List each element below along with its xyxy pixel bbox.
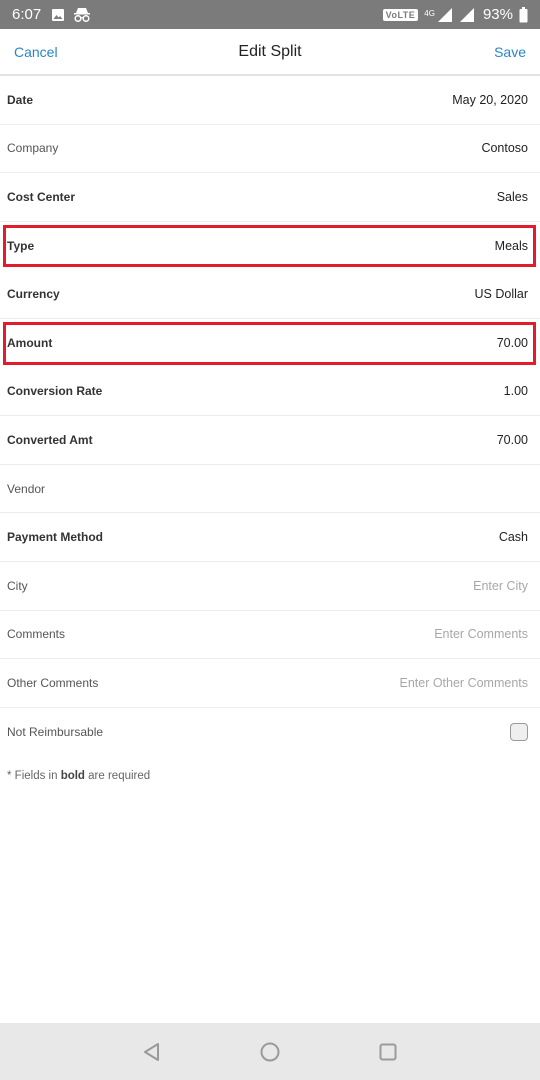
conversion-rate-row[interactable]: Conversion Rate 1.00: [0, 368, 540, 417]
type-value[interactable]: Meals: [495, 239, 528, 253]
not-reimbursable-checkbox[interactable]: [510, 723, 528, 742]
comments-label: Comments: [7, 627, 66, 642]
company-value[interactable]: Contoso: [481, 141, 528, 155]
other-comments-row[interactable]: Other Comments Enter Other Comments: [0, 659, 540, 708]
converted-amt-label: Converted Amt: [7, 432, 93, 447]
page-title: Edit Split: [238, 42, 302, 60]
amount-row[interactable]: Amount 70.00: [0, 319, 540, 368]
split-form: Date May 20, 2020 Company Contoso Cost C…: [0, 76, 540, 796]
date-label: Date: [7, 92, 34, 107]
converted-amt-row[interactable]: Converted Amt 70.00: [0, 416, 540, 465]
not-reimbursable-row[interactable]: Not Reimbursable: [0, 708, 540, 757]
city-label: City: [7, 578, 28, 593]
amount-value[interactable]: 70.00: [497, 336, 528, 350]
footnote-suffix: are required: [84, 770, 151, 783]
vendor-row[interactable]: Vendor: [0, 465, 540, 514]
city-input[interactable]: Enter City: [473, 579, 528, 593]
date-value[interactable]: May 20, 2020: [452, 93, 528, 107]
back-icon[interactable]: [137, 1037, 167, 1067]
payment-method-row[interactable]: Payment Method Cash: [0, 513, 540, 562]
battery-percent: 93%: [482, 6, 513, 23]
company-label: Company: [7, 141, 59, 156]
converted-amt-value: 70.00: [496, 432, 528, 447]
comments-row[interactable]: Comments Enter Comments: [0, 611, 540, 660]
cost-center-row[interactable]: Cost Center Sales: [0, 173, 540, 222]
currency-value[interactable]: US Dollar: [475, 287, 529, 301]
type-label: Type: [7, 238, 35, 253]
other-comments-label: Other Comments: [7, 675, 99, 690]
conversion-rate-label: Conversion Rate: [7, 384, 103, 399]
required-footnote: * Fields in bold are required: [0, 756, 540, 796]
incognito-icon: [73, 7, 91, 23]
amount-label: Amount: [7, 335, 53, 350]
status-bar: 6:07 VoLTE 4G 93%: [0, 0, 540, 29]
vendor-label: Vendor: [7, 481, 46, 496]
image-icon: [51, 8, 65, 22]
city-row[interactable]: City Enter City: [0, 562, 540, 611]
footnote-prefix: * Fields in: [7, 770, 61, 783]
signal-icon-2: [459, 7, 475, 23]
battery-icon: [519, 6, 528, 23]
date-row[interactable]: Date May 20, 2020: [0, 76, 540, 125]
payment-method-value[interactable]: Cash: [499, 530, 528, 544]
navigation-bar: [0, 1023, 540, 1080]
header: Cancel Edit Split Save: [0, 29, 540, 76]
comments-input[interactable]: Enter Comments: [434, 627, 528, 641]
network-type: 4G: [424, 9, 435, 18]
status-time: 6:07: [12, 6, 42, 23]
cost-center-label: Cost Center: [7, 189, 76, 204]
cancel-button[interactable]: Cancel: [14, 44, 58, 60]
other-comments-input[interactable]: Enter Other Comments: [399, 676, 528, 690]
home-icon[interactable]: [255, 1037, 285, 1067]
save-button[interactable]: Save: [494, 44, 526, 60]
company-row[interactable]: Company Contoso: [0, 125, 540, 174]
currency-row[interactable]: Currency US Dollar: [0, 270, 540, 319]
payment-method-label: Payment Method: [7, 530, 104, 545]
volte-badge: VoLTE: [382, 8, 419, 21]
recents-icon[interactable]: [373, 1037, 403, 1067]
cost-center-value[interactable]: Sales: [497, 190, 528, 204]
currency-label: Currency: [7, 287, 60, 302]
signal-icon: [437, 7, 453, 23]
footnote-bold: bold: [60, 770, 85, 783]
conversion-rate-value[interactable]: 1.00: [504, 384, 528, 398]
not-reimbursable-label: Not Reimbursable: [7, 725, 104, 740]
type-row[interactable]: Type Meals: [0, 222, 540, 271]
